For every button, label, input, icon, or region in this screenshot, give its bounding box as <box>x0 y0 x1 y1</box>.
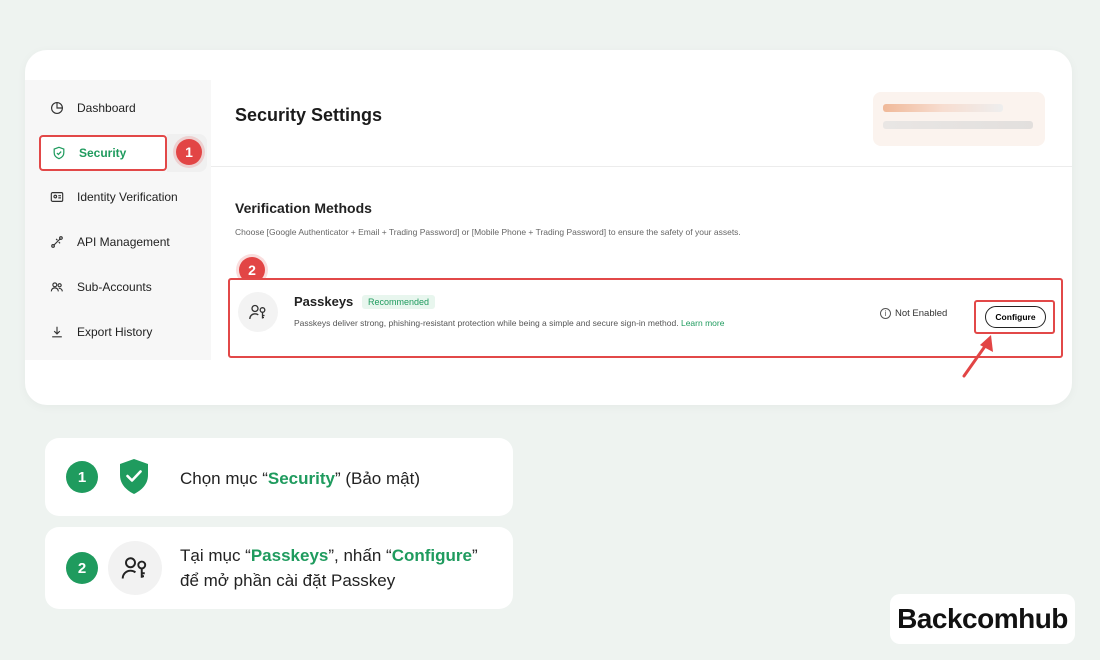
passkey-user-icon <box>108 541 162 595</box>
passkeys-description: Passkeys deliver strong, phishing-resist… <box>294 318 724 328</box>
app-window: Dashboard Security Identity Verification… <box>25 50 1072 405</box>
step-2-text: Tại mục “Passkeys”, nhấn “Configure” để … <box>180 543 478 593</box>
id-card-icon <box>49 189 65 205</box>
section-description: Choose [Google Authenticator + Email + T… <box>235 227 741 237</box>
pie-chart-icon <box>49 100 65 116</box>
step-highlight: Configure <box>391 546 472 565</box>
sidebar-item-label: Identity Verification <box>77 190 178 204</box>
sidebar-item-identity-verification[interactable]: Identity Verification <box>39 179 199 215</box>
info-icon: i <box>880 308 891 319</box>
sidebar-item-export-history[interactable]: Export History <box>39 314 199 350</box>
logo-text: Backcomhub <box>897 603 1068 634</box>
recommended-badge: Recommended <box>362 295 436 309</box>
step-number: 2 <box>66 552 98 584</box>
instruction-step-1: 1 Chọn mục “Security” (Bảo mật) <box>45 438 513 516</box>
brand-logo: Backcomhub <box>890 594 1075 644</box>
step-marker-1: 1 <box>176 139 202 165</box>
step-text-part: Tại mục “ <box>180 546 251 565</box>
users-icon <box>49 279 65 295</box>
section-title: Verification Methods <box>235 200 372 216</box>
step-highlight: Security <box>267 469 335 488</box>
header-divider <box>211 166 1072 167</box>
sidebar-item-api-management[interactable]: API Management <box>39 224 199 260</box>
passkeys-status: i Not Enabled <box>880 308 947 319</box>
passkeys-description-text: Passkeys deliver strong, phishing-resist… <box>294 318 679 328</box>
shield-icon <box>51 145 67 161</box>
step-1-text: Chọn mục “Security” (Bảo mật) <box>180 466 420 491</box>
api-icon <box>49 234 65 250</box>
instruction-step-2: 2 Tại mục “Passkeys”, nhấn “Configure” đ… <box>45 527 513 609</box>
status-text: Not Enabled <box>895 308 948 319</box>
passkeys-row: Passkeys Recommended Passkeys deliver st… <box>228 278 1063 358</box>
configure-button[interactable]: Configure <box>985 306 1046 328</box>
sidebar: Dashboard Security Identity Verification… <box>25 80 211 360</box>
user-account-chip[interactable] <box>873 92 1045 146</box>
step-text-part: Chọn mục “ <box>180 469 268 488</box>
pointer-arrow-icon <box>962 335 993 378</box>
blurred-account-line <box>883 104 1003 112</box>
download-icon <box>49 324 65 340</box>
step-text-part: ”, nhấn “ <box>328 546 392 565</box>
blurred-account-line <box>883 121 1033 129</box>
shield-check-icon <box>118 458 150 501</box>
step-highlight: Passkeys <box>250 546 329 565</box>
step-text-part: ” <box>471 546 478 565</box>
configure-highlight: Configure <box>974 300 1055 334</box>
step-text-part: ” (Bảo mật) <box>334 469 420 488</box>
sidebar-item-label: Security <box>79 146 127 160</box>
page-title: Security Settings <box>235 105 383 125</box>
sidebar-item-label: Sub-Accounts <box>77 280 152 294</box>
step-text-line2: để mở phần cài đặt Passkey <box>180 571 396 590</box>
sidebar-item-security[interactable]: Security <box>39 135 167 171</box>
sidebar-item-label: API Management <box>77 235 170 249</box>
sidebar-item-dashboard[interactable]: Dashboard <box>39 90 167 126</box>
passkey-icon <box>238 292 278 332</box>
passkeys-title: Passkeys <box>294 294 354 309</box>
step-number: 1 <box>66 461 98 493</box>
sidebar-item-label: Dashboard <box>77 101 136 115</box>
learn-more-link[interactable]: Learn more <box>681 318 724 328</box>
sidebar-item-sub-accounts[interactable]: Sub-Accounts <box>39 269 199 305</box>
sidebar-item-label: Export History <box>77 325 153 339</box>
